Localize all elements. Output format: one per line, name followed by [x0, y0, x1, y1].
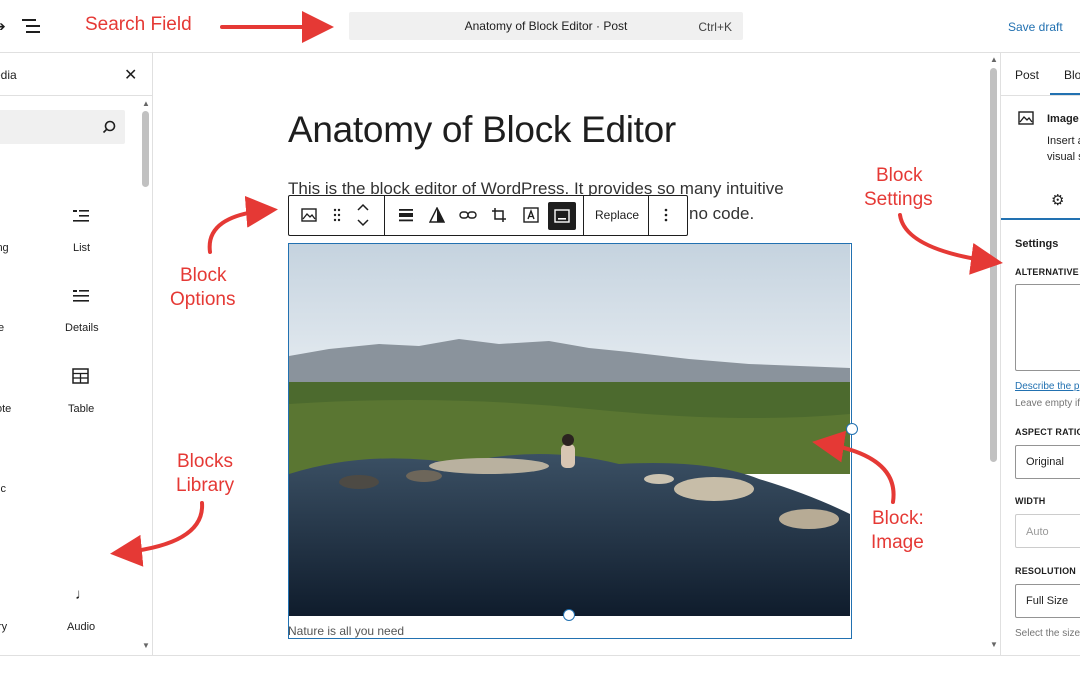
paragraph-block-line2[interactable]: no code. [689, 204, 754, 224]
gear-icon[interactable]: ⚙ [1051, 191, 1064, 209]
search-field[interactable]: Anatomy of Block Editor · Post Ctrl+K [349, 12, 743, 40]
document-title: Anatomy of Block Editor · Post [464, 19, 628, 33]
replace-button[interactable]: Replace [595, 208, 639, 222]
save-draft-button[interactable]: Save draft [1008, 20, 1063, 34]
alt-text-help: Leave empty if [1015, 398, 1080, 409]
scroll-down-arrow-icon[interactable]: ▼ [990, 640, 998, 649]
arrow-right-icon[interactable]: ➔ [0, 18, 6, 35]
list-icon [73, 210, 89, 222]
tab-media[interactable]: edia [0, 68, 17, 82]
width-label: WIDTH [1015, 496, 1046, 506]
canvas-scrollbar-thumb[interactable] [990, 68, 997, 462]
audio-icon: ♩ [75, 586, 90, 603]
scrollbar-thumb[interactable] [142, 111, 149, 187]
annotation-blocks-library-2: Library [176, 475, 235, 496]
block-item-quote[interactable]: ote [0, 403, 11, 415]
settings-heading: Settings [1015, 238, 1059, 250]
annotation-block-settings-1: Block [876, 165, 923, 186]
settings-tab-indicator [1001, 218, 1080, 220]
annotation-search-field: Search Field [85, 14, 192, 35]
post-title[interactable]: Anatomy of Block Editor [288, 109, 676, 151]
text-overlay-icon[interactable] [520, 204, 542, 226]
block-description: Insert a [1047, 135, 1080, 147]
tab-block[interactable]: Blo [1064, 68, 1080, 82]
block-item-heading[interactable]: ing [0, 242, 9, 254]
tab-post[interactable]: Post [1015, 68, 1039, 82]
block-item-classic[interactable]: ic [0, 483, 6, 495]
scroll-up-arrow-icon[interactable]: ▲ [990, 55, 998, 64]
link-icon[interactable] [457, 204, 479, 226]
annotation-block-options-2: Options [170, 289, 236, 310]
annotation-block-image-1: Block: [872, 508, 924, 529]
block-item-image[interactable]: e [0, 322, 4, 334]
resize-handle-right[interactable] [846, 423, 858, 435]
annotation-block-options-1: Block [180, 265, 227, 286]
align-icon[interactable] [395, 204, 417, 226]
block-item-audio[interactable]: Audio [67, 621, 95, 633]
resize-handle-bottom[interactable] [563, 609, 575, 621]
annotation-block-image-2: Image [871, 532, 924, 553]
block-description-line2: visual s [1047, 151, 1080, 163]
gallery-icon: ▏ [0, 589, 8, 605]
aspect-ratio-select[interactable]: Original [1015, 445, 1080, 479]
width-input[interactable]: Auto [1015, 514, 1080, 548]
alt-text-textarea[interactable] [1015, 284, 1080, 371]
toolbar-divider [648, 196, 649, 235]
resolution-label: RESOLUTION [1015, 566, 1077, 576]
image-block[interactable] [288, 243, 858, 639]
annotation-blocks-library-1: Blocks [177, 451, 233, 472]
shortcut-hint: Ctrl+K [698, 20, 732, 34]
footer [0, 655, 1080, 675]
resolution-value: Full Size [1026, 595, 1069, 607]
resolution-select[interactable]: Full Size [1015, 584, 1080, 618]
table-icon [72, 368, 89, 384]
scroll-down-arrow-icon[interactable]: ▼ [142, 641, 150, 650]
classic-icon: ▏ [0, 449, 8, 465]
search-icon [102, 120, 116, 134]
divider [1001, 95, 1080, 96]
block-item-gallery[interactable]: ry [0, 621, 7, 633]
resolution-help: Select the size [1015, 628, 1080, 639]
drag-handle-icon[interactable] [326, 204, 348, 226]
block-name: Image [1047, 113, 1079, 125]
editor-window: ➔ Anatomy of Block Editor · Post Ctrl+K … [0, 0, 1080, 675]
toolbar-divider [384, 196, 385, 235]
details-icon [73, 290, 89, 302]
image-block-icon [1018, 111, 1034, 125]
block-item-table[interactable]: Table [68, 403, 94, 415]
scroll-up-arrow-icon[interactable]: ▲ [142, 99, 150, 108]
alt-text-label: ALTERNATIVE T [1015, 267, 1080, 277]
aspect-ratio-label: ASPECT RATIO [1015, 427, 1080, 437]
blocks-library-panel: edia ✕ ing List · e Details ote [0, 53, 153, 655]
landscape-photo [289, 244, 850, 616]
duotone-filter-icon[interactable] [426, 204, 448, 226]
annotation-block-settings-2: Settings [864, 189, 933, 210]
block-settings-panel: Post Blo Image Insert a visual s ⚙ Setti… [1000, 53, 1080, 655]
block-toolbar: Replace [288, 195, 688, 236]
crop-icon[interactable] [488, 204, 510, 226]
block-type-image-icon[interactable] [298, 204, 320, 226]
close-icon[interactable]: ✕ [124, 65, 137, 85]
document-overview-icon[interactable] [22, 17, 42, 35]
divider [0, 95, 152, 96]
aspect-ratio-value: Original [1026, 456, 1064, 468]
more-options-icon[interactable] [655, 204, 677, 226]
caption-icon[interactable] [548, 202, 576, 230]
image-caption[interactable]: Nature is all you need [288, 624, 404, 638]
editor-canvas: Anatomy of Block Editor This is the bloc… [154, 53, 986, 655]
block-item-list[interactable]: List [73, 242, 90, 254]
block-item-details[interactable]: Details [65, 322, 99, 334]
move-up-down-icon[interactable] [352, 200, 374, 230]
toolbar-divider [583, 196, 584, 235]
block-search-input[interactable] [0, 110, 125, 144]
width-placeholder: Auto [1026, 526, 1049, 538]
describe-purpose-link[interactable]: Describe the p [1015, 381, 1079, 392]
